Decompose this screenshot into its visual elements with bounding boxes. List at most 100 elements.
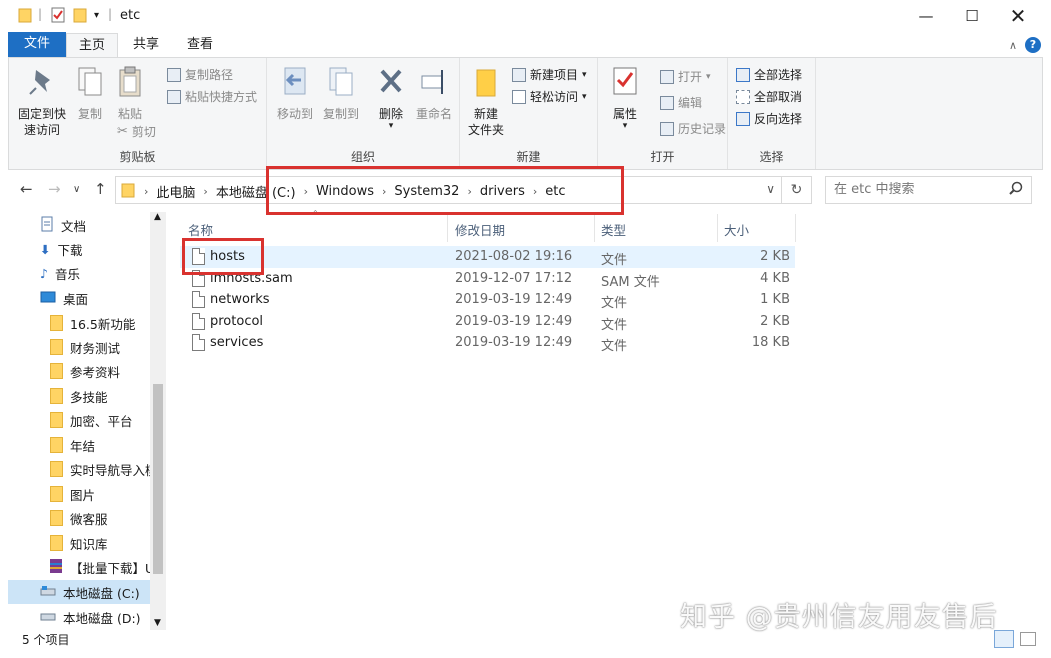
- new-folder-button[interactable]: 新建 文件夹: [464, 66, 508, 138]
- recent-locations-icon[interactable]: ∨: [73, 184, 80, 195]
- column-header-type[interactable]: 类型: [601, 218, 626, 240]
- scroll-down-icon[interactable]: ▼: [154, 618, 161, 628]
- select-all-button[interactable]: 全部选择: [736, 66, 802, 83]
- column-header-size[interactable]: 大小: [724, 218, 749, 240]
- tab-share[interactable]: 共享: [120, 33, 172, 57]
- folder-icon: [50, 486, 63, 502]
- folder-icon: [50, 510, 63, 526]
- sidebar-item-downloads[interactable]: ⬇ 下载: [8, 237, 152, 261]
- sidebar-item-folder[interactable]: 财务测试: [8, 335, 152, 359]
- sidebar-item-label: 桌面: [63, 291, 89, 307]
- crumb-this-pc[interactable]: 此电脑: [150, 182, 201, 201]
- sidebar-item-folder[interactable]: 实时导航导入模: [8, 457, 152, 481]
- sidebar-item-desktop[interactable]: 桌面: [8, 286, 152, 310]
- pin-icon: [15, 66, 69, 102]
- search-input[interactable]: [834, 182, 1004, 197]
- copy-to-button[interactable]: 复制到: [321, 66, 361, 122]
- column-divider[interactable]: [795, 214, 796, 242]
- easy-access-icon: [512, 89, 526, 104]
- sidebar-item-folder[interactable]: 加密、平台: [8, 408, 152, 432]
- sidebar-item-label: 下载: [57, 242, 83, 258]
- sidebar-item-label: 【批量下载】U: [70, 560, 152, 576]
- ribbon-tabs: 文件 主页 共享 查看 ∧ ?: [0, 32, 1051, 58]
- new-item-button[interactable]: 新建项目 ▾: [512, 66, 587, 83]
- collapse-ribbon-icon[interactable]: ∧: [1009, 39, 1017, 52]
- window-title: etc: [120, 8, 141, 23]
- sidebar-item-folder[interactable]: 多技能: [8, 384, 152, 408]
- sidebar-item-music[interactable]: ♪ 音乐: [8, 261, 152, 285]
- tab-view[interactable]: 查看: [174, 33, 226, 57]
- scroll-up-icon[interactable]: ▲: [154, 212, 161, 222]
- column-divider[interactable]: [717, 214, 718, 242]
- sidebar-item-documents[interactable]: 文档: [8, 213, 152, 237]
- sidebar-item-folder[interactable]: 知识库: [8, 531, 152, 555]
- back-arrow-icon[interactable]: ←: [20, 180, 33, 198]
- delete-button[interactable]: 删除 ▾: [375, 66, 407, 131]
- file-row[interactable]: networks 2019-03-19 12:49 文件 1 KB: [180, 289, 795, 311]
- edit-button[interactable]: 编辑: [660, 94, 702, 111]
- paste-shortcut-button[interactable]: 粘贴快捷方式: [167, 88, 257, 105]
- sidebar-scrollbar[interactable]: ▲ ▼: [150, 212, 166, 630]
- open-group-label: 打开: [650, 150, 675, 164]
- properties-dropdown-icon[interactable]: ▾: [606, 122, 644, 131]
- scissors-icon: ✂: [117, 124, 128, 139]
- sidebar-item-folder[interactable]: 图片: [8, 482, 152, 506]
- close-button[interactable]: ✕: [995, 0, 1041, 32]
- customize-toolbar-icon[interactable]: ▾: [94, 10, 99, 21]
- search-box[interactable]: [825, 176, 1032, 204]
- column-divider[interactable]: [594, 214, 595, 242]
- scrollbar-thumb[interactable]: [153, 384, 163, 574]
- address-highlight-box: [266, 166, 624, 215]
- address-dropdown-icon[interactable]: ∨: [766, 182, 775, 196]
- file-row[interactable]: services 2019-03-19 12:49 文件 18 KB: [180, 332, 795, 354]
- open-button[interactable]: 打开 ▾: [660, 68, 711, 85]
- large-icons-view-icon[interactable]: [1020, 632, 1036, 646]
- file-row[interactable]: hosts 2021-08-02 19:16 文件 2 KB: [180, 246, 795, 268]
- sidebar-item-folder[interactable]: 参考资料: [8, 359, 152, 383]
- properties-check-icon[interactable]: [51, 7, 65, 26]
- chevron-down-icon: ▾: [582, 69, 587, 80]
- maximize-icon: ☐: [965, 7, 979, 25]
- column-header-modified[interactable]: 修改日期: [455, 218, 505, 240]
- forward-arrow-icon[interactable]: →: [48, 180, 61, 198]
- new-folder-icon[interactable]: [73, 7, 87, 26]
- sidebar-item-drive-c[interactable]: 本地磁盘 (C:): [8, 580, 152, 604]
- sidebar-item-drive-d[interactable]: 本地磁盘 (D:): [8, 605, 152, 629]
- minimize-button[interactable]: —: [903, 0, 949, 32]
- cut-button[interactable]: ✂ 剪切: [117, 123, 156, 140]
- pin-quick-access-button[interactable]: 固定到快 速访问: [15, 66, 69, 138]
- copy-button[interactable]: 复制: [73, 66, 107, 122]
- column-divider[interactable]: [447, 214, 448, 242]
- properties-button[interactable]: 属性 ▾: [606, 66, 644, 131]
- download-arrow-icon: ⬇: [40, 241, 51, 257]
- folder-icon: [50, 315, 63, 331]
- copy-path-button[interactable]: 复制路径: [167, 66, 233, 83]
- chevron-down-icon: ▾: [706, 71, 711, 82]
- paste-button[interactable]: 粘贴: [113, 66, 147, 122]
- file-row[interactable]: protocol 2019-03-19 12:49 文件 2 KB: [180, 311, 795, 333]
- tab-home[interactable]: 主页: [66, 33, 118, 58]
- invert-selection-button[interactable]: 反向选择: [736, 110, 802, 127]
- new-group-label: 新建: [516, 150, 541, 164]
- sidebar-item-archive[interactable]: 【批量下载】U: [8, 555, 152, 579]
- maximize-button[interactable]: ☐: [949, 0, 995, 32]
- history-button[interactable]: 历史记录: [660, 120, 726, 137]
- file-row[interactable]: lmhosts.sam 2019-12-07 17:12 SAM 文件 4 KB: [180, 268, 795, 290]
- refresh-icon[interactable]: ↻: [781, 177, 811, 203]
- tab-file[interactable]: 文件: [8, 32, 66, 57]
- new-item-label: 新建项目: [530, 68, 579, 82]
- select-none-button[interactable]: 全部取消: [736, 88, 802, 105]
- help-icon[interactable]: ?: [1025, 37, 1041, 53]
- easy-access-button[interactable]: 轻松访问 ▾: [512, 88, 587, 105]
- column-header-name[interactable]: 名称: [188, 218, 213, 240]
- delete-dropdown-icon[interactable]: ▾: [375, 122, 407, 131]
- pin-label: 固定到快: [17, 107, 66, 121]
- sidebar-item-folder[interactable]: 16.5新功能: [8, 311, 152, 335]
- rename-button[interactable]: 重命名: [413, 66, 455, 122]
- move-to-button[interactable]: 移动到: [275, 66, 315, 122]
- search-icon[interactable]: [1009, 181, 1023, 198]
- copy-to-icon: [321, 66, 361, 102]
- sidebar-item-folder[interactable]: 微客服: [8, 506, 152, 530]
- sidebar-item-folder[interactable]: 年结: [8, 433, 152, 457]
- up-arrow-icon[interactable]: ↑: [94, 180, 107, 198]
